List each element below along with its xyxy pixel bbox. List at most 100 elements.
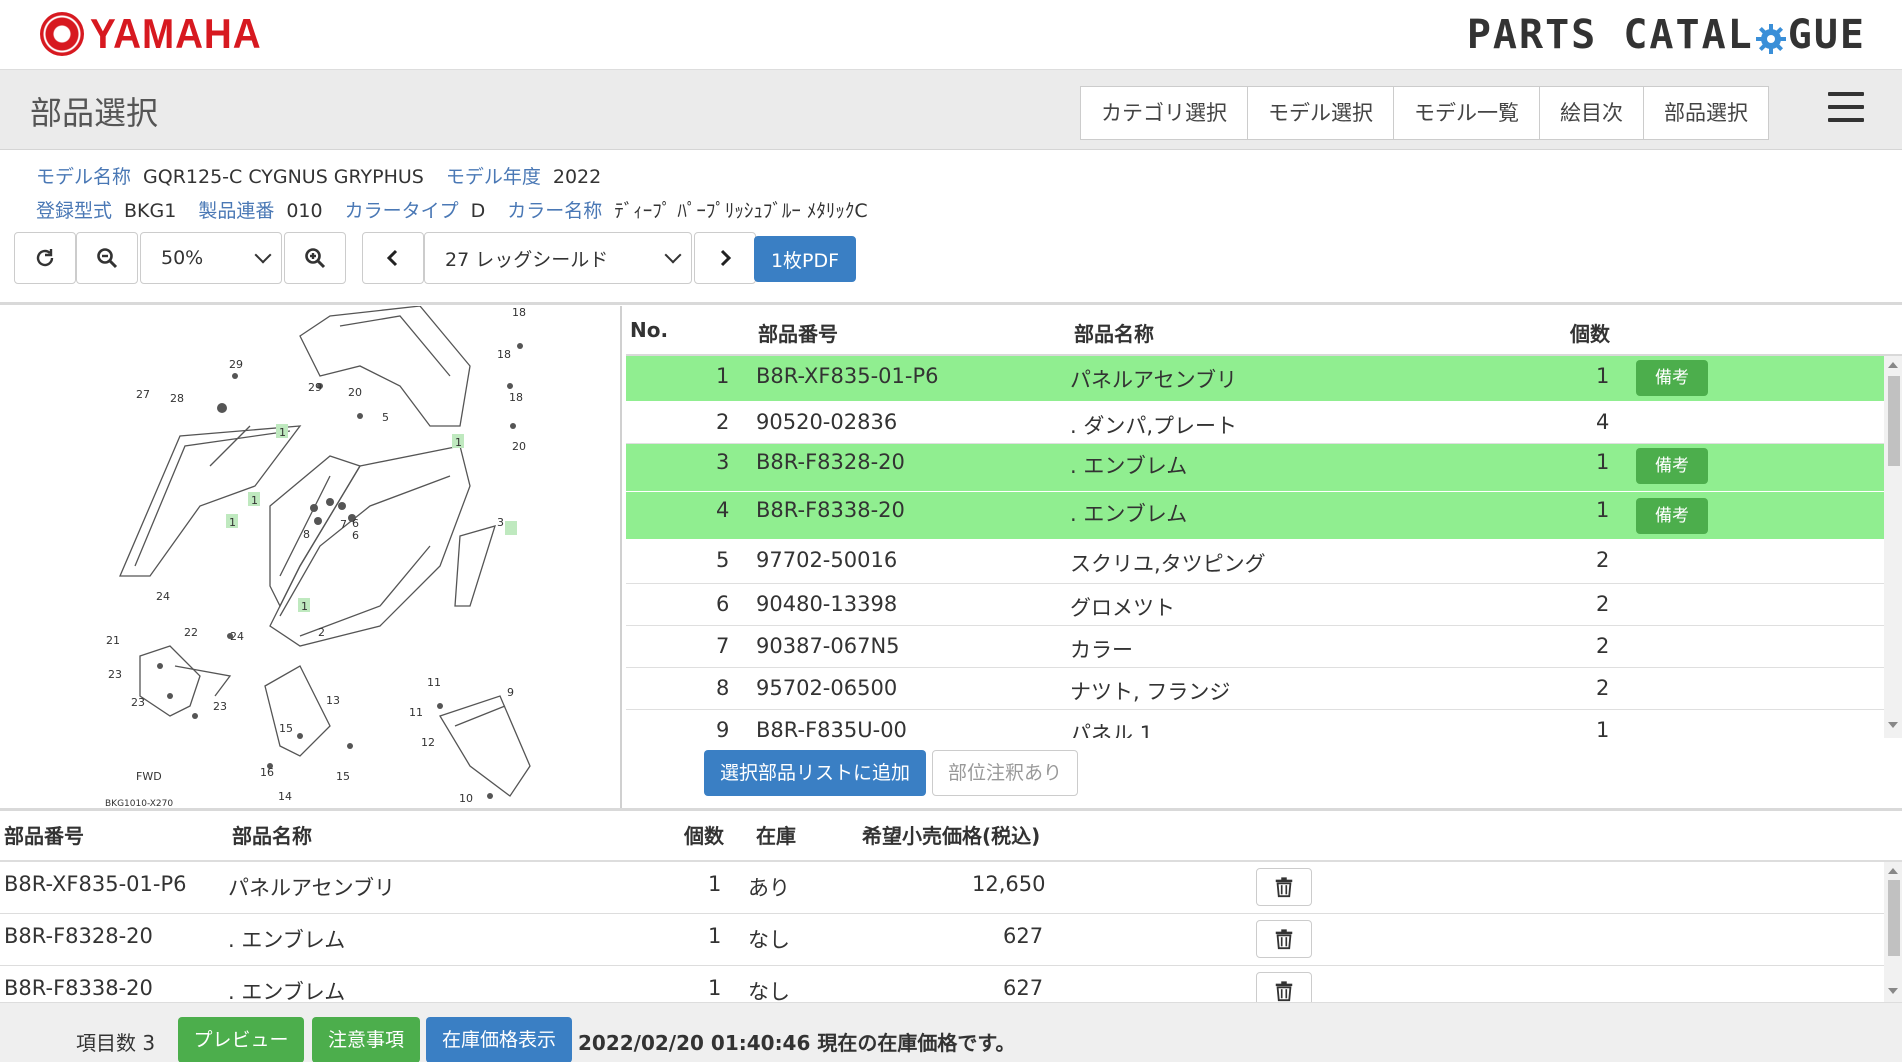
- stock-price-button[interactable]: 在庫価格表示: [426, 1017, 572, 1062]
- note-button[interactable]: 備考: [1636, 360, 1708, 396]
- parts-table-header: No. 部品番号 部品名称 個数: [626, 306, 1902, 356]
- svg-text:12: 12: [421, 736, 435, 749]
- tab-picture-index[interactable]: 絵目次: [1540, 87, 1644, 139]
- svg-text:22: 22: [184, 626, 198, 639]
- tab-category-select[interactable]: カテゴリ選択: [1081, 87, 1248, 139]
- parts-table-body: 1 B8R-XF835-01-P6 パネルアセンブリ 1 備考 2 90520-…: [626, 356, 1884, 738]
- table-row[interactable]: 6 90480-13398 グロメツト 2: [626, 584, 1884, 626]
- trash-icon: [1275, 877, 1293, 898]
- scroll-up-icon[interactable]: [1888, 362, 1898, 368]
- svg-text:18: 18: [509, 391, 523, 404]
- row-part-name: . エンブレム: [228, 928, 346, 952]
- row-part-number: B8R-F8338-20: [756, 498, 905, 522]
- row-no: 8: [716, 676, 730, 700]
- serial-label: 製品連番: [198, 200, 275, 222]
- previous-figure-button[interactable]: [362, 232, 424, 284]
- row-stock: なし: [748, 928, 790, 952]
- trash-icon: [1275, 981, 1293, 1002]
- row-part-number: 97702-50016: [756, 548, 898, 572]
- delete-button[interactable]: [1256, 920, 1312, 958]
- gear-icon: [1755, 19, 1787, 54]
- row-part-name: ナツト, フランジ: [1070, 680, 1231, 704]
- delete-button[interactable]: [1256, 868, 1312, 906]
- scroll-thumb[interactable]: [1888, 880, 1900, 956]
- single-pdf-button[interactable]: 1枚PDF: [754, 236, 856, 282]
- row-price: 627: [1003, 976, 1044, 1000]
- svg-text:23: 23: [213, 700, 227, 713]
- chevron-left-icon: [386, 249, 398, 267]
- row-stock: あり: [748, 876, 790, 900]
- svg-text:18: 18: [512, 306, 526, 319]
- row-no: 1: [716, 364, 730, 388]
- row-no: 4: [716, 498, 730, 522]
- table-row[interactable]: 7 90387-067N5 カラー 2: [626, 626, 1884, 668]
- row-part-number: B8R-F8328-20: [4, 924, 153, 948]
- svg-text:1: 1: [455, 436, 462, 449]
- row-part-number: 95702-06500: [756, 676, 898, 700]
- scroll-thumb[interactable]: [1888, 376, 1900, 466]
- col-part-name: 部品名称: [232, 824, 312, 848]
- note-button[interactable]: 備考: [1636, 498, 1708, 534]
- color-name-label: カラー名称: [507, 200, 603, 222]
- add-to-selected-list-button[interactable]: 選択部品リストに追加: [704, 750, 926, 796]
- svg-text:1: 1: [229, 516, 236, 529]
- notice-button[interactable]: 注意事項: [312, 1017, 420, 1062]
- table-row[interactable]: 3 B8R-F8328-20 . エンブレム 1 備考: [626, 444, 1884, 492]
- col-quantity: 個数: [684, 824, 724, 848]
- row-part-name: パネル 1: [1070, 722, 1154, 738]
- row-no: 5: [716, 548, 730, 572]
- preview-button[interactable]: プレビュー: [178, 1017, 304, 1062]
- selected-list-scrollbar[interactable]: [1884, 862, 1902, 1002]
- table-row[interactable]: 4 B8R-F8338-20 . エンブレム 1 備考: [626, 492, 1884, 540]
- delete-button[interactable]: [1256, 972, 1312, 1002]
- table-row[interactable]: 2 90520-02836 . ダンパ,プレート 4: [626, 402, 1884, 444]
- svg-text:1: 1: [301, 600, 308, 613]
- model-info-row-2: 登録型式 BKG1 製品連番 010 カラータイプ D カラー名称 ﾃﾞｨｰﾌﾟ ﾊﾟｰﾌﾟﾘ…: [36, 196, 890, 223]
- row-stock: なし: [748, 980, 790, 1002]
- table-row[interactable]: 5 97702-50016 スクリユ,タツピング 2: [626, 540, 1884, 584]
- figure-select[interactable]: 27 レッグシールド: [424, 232, 692, 284]
- catalogue-text-left: PARTS CATAL: [1466, 12, 1754, 58]
- col-quantity: 個数: [1570, 322, 1610, 346]
- next-figure-button[interactable]: [694, 232, 756, 284]
- tuning-fork-emblem-icon: [40, 12, 84, 56]
- yamaha-logo[interactable]: YAMAHA: [40, 10, 276, 58]
- color-type-label: カラータイプ: [344, 200, 459, 222]
- refresh-button[interactable]: [14, 232, 76, 284]
- svg-text:23: 23: [108, 668, 122, 681]
- reg-type-label: 登録型式: [36, 200, 113, 222]
- row-quantity: 2: [1596, 548, 1610, 572]
- svg-text:27: 27: [136, 388, 150, 401]
- tab-parts-select[interactable]: 部品選択: [1644, 87, 1768, 139]
- table-row[interactable]: 8 95702-06500 ナツト, フランジ 2: [626, 668, 1884, 710]
- model-name-value: GQR125-C CYGNUS GRYPHUS: [143, 166, 424, 188]
- scroll-down-icon[interactable]: [1888, 988, 1898, 994]
- zoom-out-button[interactable]: [76, 232, 138, 284]
- trash-icon: [1275, 929, 1293, 950]
- diagram-drawing: 18 29 27 28 29 20 5 18 18 1 20 1 1 8 7 6…: [105, 306, 531, 808]
- zoom-value: 50%: [161, 247, 204, 269]
- part-annotation-button[interactable]: 部位注釈あり: [932, 750, 1078, 796]
- row-quantity: 2: [1596, 634, 1610, 658]
- model-name-label: モデル名称: [36, 166, 132, 188]
- scroll-up-icon[interactable]: [1888, 868, 1898, 874]
- row-part-number: B8R-F8338-20: [4, 976, 153, 1000]
- menu-icon[interactable]: [1828, 92, 1864, 124]
- col-retail-price: 希望小売価格(税込): [862, 824, 1041, 848]
- exploded-parts-diagram[interactable]: 18 29 27 28 29 20 5 18 18 1 20 1 1 8 7 6…: [0, 306, 622, 808]
- tab-model-select[interactable]: モデル選択: [1248, 87, 1394, 139]
- zoom-select[interactable]: 50%: [140, 232, 282, 284]
- svg-text:15: 15: [279, 722, 293, 735]
- scroll-down-icon[interactable]: [1888, 722, 1898, 728]
- parts-table-scrollbar[interactable]: [1884, 356, 1902, 738]
- row-part-name: パネルアセンブリ: [1070, 368, 1237, 392]
- table-row[interactable]: 9 B8R-F835U-00 パネル 1 1: [626, 710, 1884, 738]
- zoom-in-button[interactable]: [284, 232, 346, 284]
- zoom-in-icon: [305, 248, 326, 269]
- tab-model-list[interactable]: モデル一覧: [1394, 87, 1540, 139]
- row-part-name: . エンブレム: [228, 980, 346, 1002]
- note-button[interactable]: 備考: [1636, 448, 1708, 484]
- table-row[interactable]: 1 B8R-XF835-01-P6 パネルアセンブリ 1 備考: [626, 356, 1884, 402]
- svg-text:5: 5: [382, 411, 389, 424]
- row-part-name: . ダンパ,プレート: [1070, 414, 1238, 438]
